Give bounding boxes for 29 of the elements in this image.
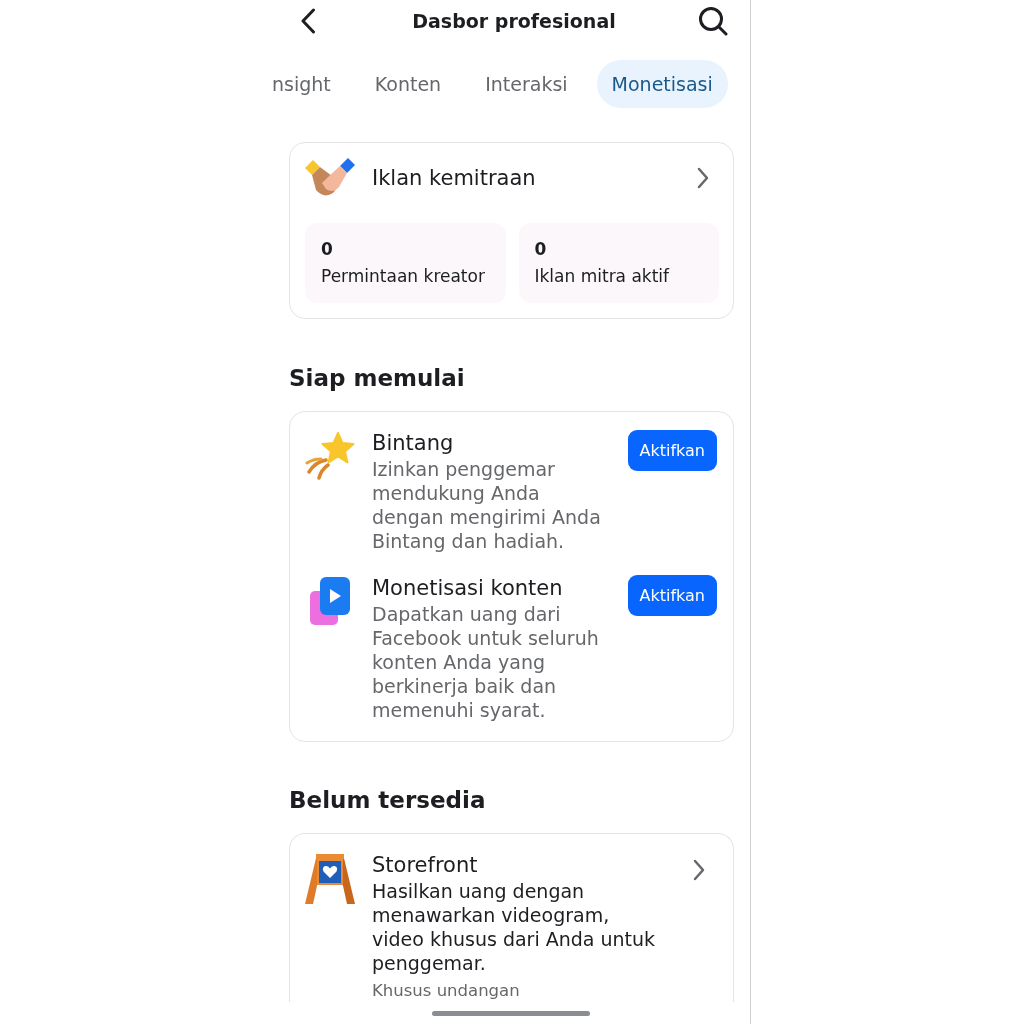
card-title: Iklan kemitraan [372, 166, 537, 190]
chevron-right-icon[interactable] [693, 859, 705, 881]
tab[interactable]: Interaksi [470, 60, 583, 108]
item-title: Bintang [372, 430, 455, 457]
stat-value: 0 [534, 238, 548, 260]
item-title: Monetisasi konten [372, 575, 564, 602]
chevron-right-icon[interactable] [697, 167, 709, 189]
shooting-star-icon [305, 432, 355, 480]
stat-value: 0 [321, 238, 334, 260]
item-note: Khusus undangan [372, 980, 521, 1002]
item-title: Storefront [372, 852, 479, 879]
section-heading: Siap memulai [289, 364, 466, 393]
item-description: Hasilkan uang dengan menawarkan videogram, video khusus dari Anda untuk penggemar. [372, 879, 657, 975]
item-description: Izinkan penggemar mendukung Anda dengan mengirimi Anda Bintang dan hadiah. [372, 457, 602, 553]
tab[interactable]: Monetisasi [596, 60, 728, 108]
search-icon[interactable] [698, 6, 728, 36]
tab[interactable]: Konten [359, 60, 457, 108]
video-play-icon [310, 577, 350, 625]
easel-heart-icon [305, 854, 355, 904]
page-title: Dasbor profesional [412, 10, 616, 32]
section-heading: Belum tersedia [289, 786, 487, 815]
activate-button[interactable]: Aktifkan [627, 575, 717, 616]
item-description: Dapatkan uang dari Facebook untuk seluruh konten Anda yang berkinerja baik dan memenuhi syarat. [372, 602, 600, 722]
tab[interactable]: nsight [272, 60, 346, 108]
stat-label: Permintaan kreator [321, 265, 486, 288]
handshake-icon [305, 158, 355, 198]
activate-button[interactable]: Aktifkan [627, 430, 717, 471]
stat-label: Iklan mitra aktif [534, 265, 671, 288]
back-icon[interactable] [300, 8, 316, 34]
